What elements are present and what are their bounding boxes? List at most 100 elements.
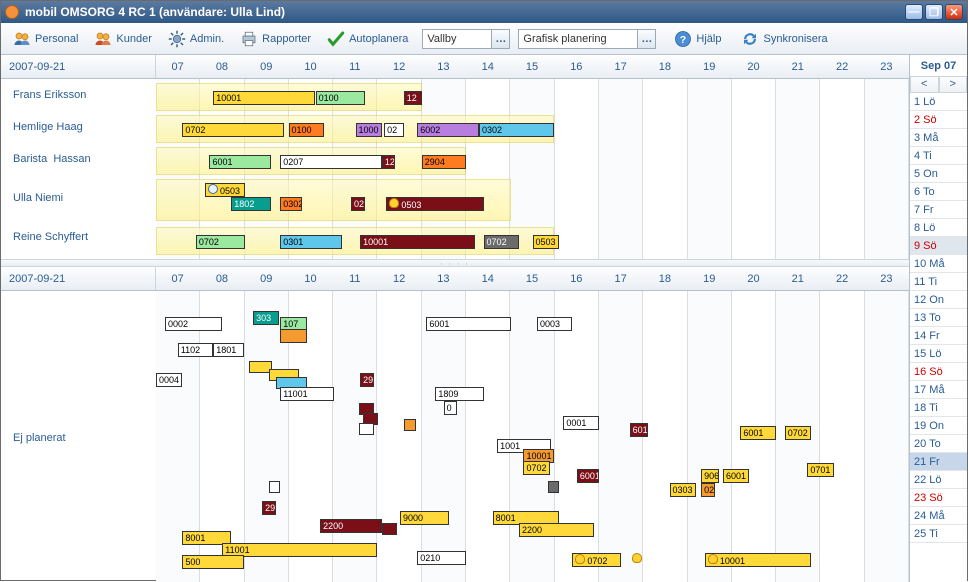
calendar-day[interactable]: 16 Sö (910, 363, 967, 381)
task[interactable]: 0702 (572, 553, 621, 567)
task[interactable]: 0702 (182, 123, 284, 137)
task[interactable]: 6002 (417, 123, 479, 137)
view-select-button[interactable]: … (638, 29, 656, 49)
calendar-day[interactable]: 10 Må (910, 255, 967, 273)
task[interactable]: 0302 (479, 123, 554, 137)
task[interactable]: 29 (360, 373, 374, 387)
calendar-day[interactable]: 5 On (910, 165, 967, 183)
calendar-day[interactable]: 8 Lö (910, 219, 967, 237)
calendar-prev[interactable]: < (910, 77, 939, 93)
calendar-day[interactable]: 6 To (910, 183, 967, 201)
schedule-grid[interactable]: 10001 0100 12 0702 0100 1000 02 6002 030… (156, 79, 909, 259)
task[interactable]: 303 (253, 311, 279, 325)
task[interactable]: 0003 (537, 317, 572, 331)
close-button[interactable]: ✕ (945, 4, 963, 20)
task[interactable]: 10001 (213, 91, 315, 105)
lane-hemlige[interactable]: 0702 0100 1000 02 6002 0302 (156, 115, 909, 143)
row-label[interactable]: Hemlige Haag (1, 111, 156, 143)
task[interactable]: 0302 (280, 197, 302, 211)
calendar-day[interactable]: 22 Lö (910, 471, 967, 489)
calendar-day[interactable]: 23 Sö (910, 489, 967, 507)
task[interactable]: 0303 (670, 483, 696, 497)
minimize-button[interactable]: — (905, 4, 923, 20)
maximize-button[interactable]: ❐ (925, 4, 943, 20)
task[interactable]: 0100 (289, 123, 324, 137)
task[interactable] (280, 329, 306, 343)
lane-reine[interactable]: 0702 0301 10001 0702 0503 (156, 227, 909, 255)
task[interactable] (382, 523, 397, 535)
task[interactable] (269, 481, 280, 493)
task[interactable]: 12 (382, 155, 396, 169)
calendar-day[interactable]: 3 Må (910, 129, 967, 147)
task[interactable]: 0100 (316, 91, 365, 105)
task[interactable]: 2200 (320, 519, 382, 533)
calendar-day[interactable]: 4 Ti (910, 147, 967, 165)
task[interactable]: 10001 (360, 235, 475, 249)
autoplanera-button[interactable]: Autoplanera (321, 28, 414, 50)
row-label[interactable]: Ulla Niemi (1, 175, 156, 221)
lane-ulla[interactable]: 0503 1802 0302 02 0503 (156, 179, 909, 221)
task[interactable]: 6001 (209, 155, 271, 169)
task[interactable]: 02 (384, 123, 404, 137)
task[interactable]: 601 (630, 423, 648, 437)
task[interactable]: 0301 (280, 235, 342, 249)
admin-button[interactable]: Admin. (162, 28, 230, 50)
task[interactable]: 0503 (205, 183, 245, 197)
personal-button[interactable]: Personal (7, 28, 84, 50)
task[interactable]: 6001 (577, 469, 599, 483)
task[interactable]: 02 (701, 483, 715, 497)
task[interactable]: 0207 (280, 155, 382, 169)
task[interactable]: 2904 (422, 155, 466, 169)
calendar-month[interactable]: Sep 07 (910, 55, 967, 77)
task[interactable]: 1102 (178, 343, 213, 357)
task[interactable]: 0702 (523, 461, 549, 475)
calendar-day[interactable]: 9 Sö (910, 237, 967, 255)
rapporter-button[interactable]: Rapporter (234, 28, 317, 50)
task[interactable]: 6001 (426, 317, 510, 331)
task[interactable]: 0702 (196, 235, 245, 249)
task[interactable]: 0702 (484, 235, 519, 249)
task[interactable]: 1801 (213, 343, 244, 357)
help-button[interactable]: ? Hjälp (668, 28, 727, 50)
task[interactable]: 29 (262, 501, 276, 515)
calendar-day[interactable]: 25 Ti (910, 525, 967, 543)
calendar-day[interactable]: 14 Fr (910, 327, 967, 345)
row-label[interactable]: Reine Schyffert (1, 221, 156, 253)
sync-button[interactable]: Synkronisera (735, 28, 833, 50)
calendar-day[interactable]: 19 On (910, 417, 967, 435)
task[interactable]: 0702 (785, 426, 811, 440)
calendar-day[interactable]: 7 Fr (910, 201, 967, 219)
task[interactable]: 500 (182, 555, 244, 569)
task[interactable]: 1000 (356, 123, 382, 137)
task[interactable]: 0001 (563, 416, 598, 430)
task[interactable]: 0 (444, 401, 458, 415)
calendar-day[interactable]: 15 Lö (910, 345, 967, 363)
calendar-day[interactable]: 12 On (910, 291, 967, 309)
task[interactable] (630, 553, 645, 567)
task[interactable] (548, 481, 559, 493)
task[interactable]: 0002 (165, 317, 222, 331)
task[interactable]: 02 (351, 197, 365, 211)
row-label[interactable]: Frans Eriksson (1, 79, 156, 111)
task[interactable]: 0210 (417, 551, 466, 565)
task[interactable]: 2200 (519, 523, 594, 537)
lane-barista[interactable]: 6001 0207 12 2904 (156, 147, 909, 175)
calendar-day[interactable]: 17 Må (910, 381, 967, 399)
task[interactable]: 0503 (386, 197, 483, 211)
task[interactable]: 11001 (222, 543, 377, 557)
task[interactable] (359, 423, 374, 435)
calendar-next[interactable]: > (939, 77, 968, 93)
task[interactable]: 6001 (723, 469, 749, 483)
kunder-button[interactable]: Kunder (88, 28, 157, 50)
pane-divider[interactable] (1, 259, 909, 267)
task[interactable] (404, 419, 415, 431)
task[interactable]: 0701 (807, 463, 833, 477)
area-select-button[interactable]: … (492, 29, 510, 49)
task[interactable]: 6001 (740, 426, 775, 440)
task[interactable]: 0503 (533, 235, 559, 249)
task[interactable]: 1802 (231, 197, 271, 211)
task[interactable]: 906 (701, 469, 719, 483)
calendar-day[interactable]: 24 Må (910, 507, 967, 525)
task[interactable]: 10001 (705, 553, 811, 567)
task[interactable]: 11001 (280, 387, 333, 401)
